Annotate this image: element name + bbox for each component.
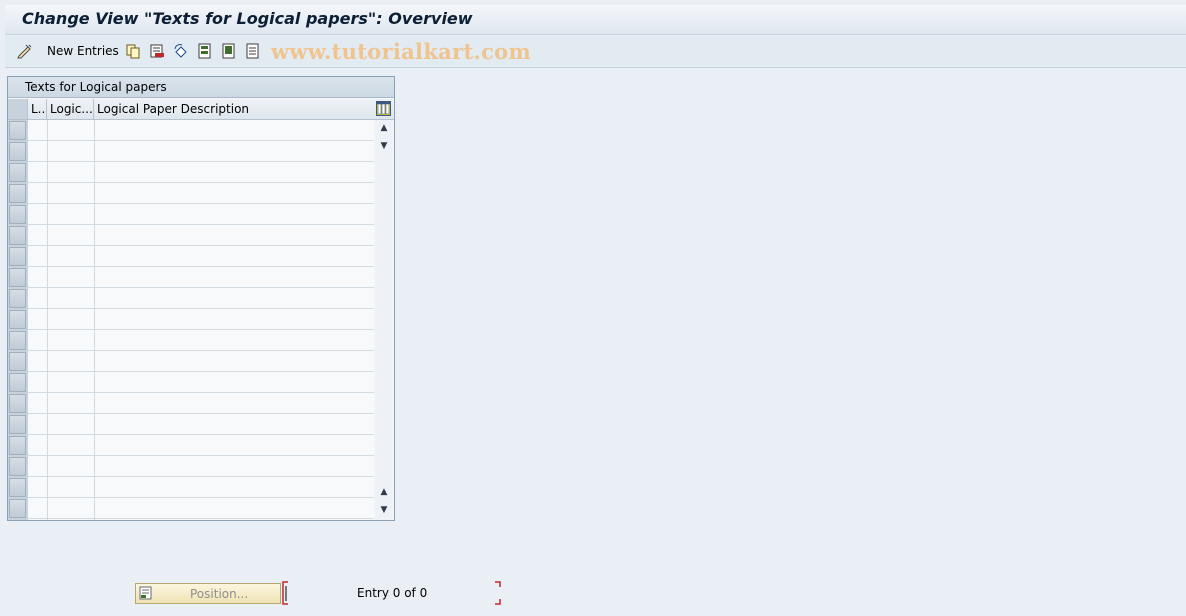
row-selector[interactable] [9,247,26,266]
row-selector[interactable] [9,352,26,371]
table-row[interactable] [28,162,374,183]
table-row[interactable] [28,246,374,267]
deselect-all-icon[interactable] [245,43,261,59]
position-button[interactable]: Position... [135,583,281,604]
table-row[interactable] [28,288,374,309]
select-all-icon[interactable] [197,43,213,59]
table-row[interactable] [28,498,374,519]
application-toolbar: New Entries www.tutorialkart.com [5,36,1186,68]
table-header: L... Logic... Logical Paper Description [8,99,394,120]
table-row[interactable] [28,393,374,414]
row-selector[interactable] [9,478,26,497]
table-row[interactable] [28,225,374,246]
table-row[interactable] [28,456,374,477]
column-header-logical-paper[interactable]: Logic... [47,99,94,119]
table-row[interactable] [28,183,374,204]
display-change-icon[interactable] [17,43,33,59]
column-divider [47,120,48,520]
row-selector[interactable] [9,184,26,203]
row-selector[interactable] [9,268,26,287]
row-selector[interactable] [9,331,26,350]
title-bar: Change View "Texts for Logical papers": … [5,5,1186,35]
row-selector[interactable] [9,163,26,182]
table-row[interactable] [28,267,374,288]
table-row[interactable] [28,309,374,330]
undo-change-icon[interactable] [173,43,189,59]
row-selector[interactable] [9,289,26,308]
table-row[interactable] [28,330,374,351]
row-selector[interactable] [9,373,26,392]
column-header-description[interactable]: Logical Paper Description [94,99,375,119]
scroll-up-icon[interactable]: ▲ [379,123,389,133]
page-title: Change View "Texts for Logical papers": … [22,9,473,28]
table-row[interactable] [28,141,374,162]
table-row[interactable] [28,435,374,456]
row-selector[interactable] [9,499,26,518]
scroll-page-down-icon[interactable]: ▼ [379,505,389,515]
row-selector[interactable] [9,142,26,161]
entry-count-text: Entry 0 of 0 [357,586,428,600]
table-row[interactable] [28,120,374,141]
table-row[interactable] [28,372,374,393]
table-row[interactable] [28,477,374,498]
row-selector[interactable] [9,205,26,224]
row-selector-column [8,120,28,520]
watermark-text: www.tutorialkart.com [271,39,531,64]
table-control: Texts for Logical papers L... Logic... L… [7,76,395,521]
table-settings-icon[interactable] [376,101,391,116]
vertical-scrollbar[interactable]: ▲ ▼ ▲ ▼ [375,120,393,520]
scroll-page-up-icon[interactable]: ▲ [379,487,389,497]
table-body [28,120,374,520]
table-row[interactable] [28,351,374,372]
row-selector[interactable] [9,121,26,140]
table-title: Texts for Logical papers [8,77,394,98]
row-selector[interactable] [9,226,26,245]
row-selector[interactable] [9,310,26,329]
position-button-label: Position... [190,587,249,601]
row-selector[interactable] [9,415,26,434]
new-entries-button[interactable]: New Entries [47,44,119,58]
delete-icon[interactable] [149,43,165,59]
scroll-down-icon[interactable]: ▼ [379,141,389,151]
column-header-language[interactable]: L... [28,99,47,119]
row-selector[interactable] [9,436,26,455]
table-row[interactable] [28,414,374,435]
row-selector[interactable] [9,394,26,413]
row-selector[interactable] [9,457,26,476]
copy-as-icon[interactable] [125,43,141,59]
position-icon [139,586,152,600]
select-all-rows-header[interactable] [8,99,28,119]
column-divider [94,120,95,520]
select-block-icon[interactable] [221,43,237,59]
table-row[interactable] [28,204,374,225]
